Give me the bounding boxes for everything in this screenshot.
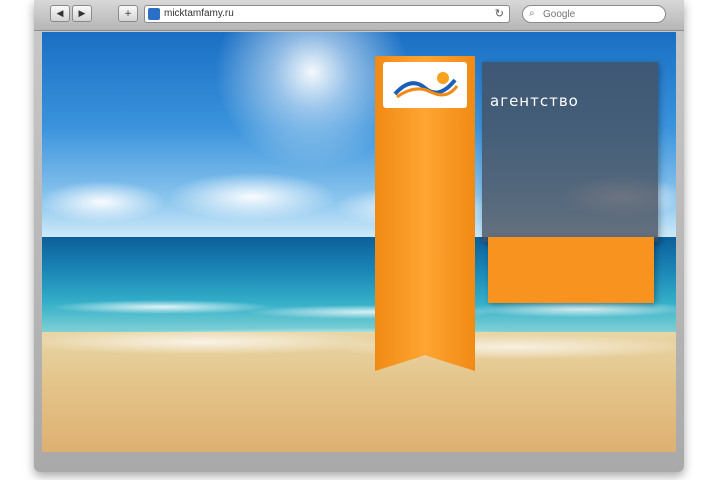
favicon-icon bbox=[148, 8, 160, 20]
logo-icon bbox=[393, 72, 459, 99]
info-title-line2: агентство bbox=[490, 92, 579, 110]
orange-ribbon-menu bbox=[375, 56, 475, 371]
search-bar[interactable]: ⌕ bbox=[522, 5, 666, 23]
info-panel: агентство bbox=[482, 62, 658, 242]
browser-toolbar: ◀ ▶ + micktamfamy.ru ↻ ⌕ bbox=[34, 0, 684, 31]
forward-button[interactable]: ▶ bbox=[72, 5, 92, 22]
browser-window: ◀ ▶ + micktamfamy.ru ↻ ⌕ Google агентств… bbox=[34, 0, 684, 472]
shore-foam bbox=[42, 327, 676, 377]
address-bar[interactable]: micktamfamy.ru ↻ bbox=[144, 5, 510, 23]
back-button[interactable]: ◀ bbox=[50, 5, 70, 22]
page-viewport: агентство bbox=[42, 32, 676, 452]
search-icon: ⌕ bbox=[529, 8, 535, 19]
contact-note bbox=[488, 237, 654, 303]
search-input[interactable] bbox=[543, 7, 659, 21]
forward-icon: ▶ bbox=[78, 9, 86, 19]
url-text: micktamfamy.ru bbox=[164, 8, 234, 19]
add-bookmark-button[interactable]: + bbox=[118, 5, 138, 22]
plus-icon: + bbox=[124, 9, 132, 19]
back-icon: ◀ bbox=[56, 9, 64, 19]
reload-icon[interactable]: ↻ bbox=[495, 7, 504, 20]
logo[interactable] bbox=[383, 62, 467, 108]
